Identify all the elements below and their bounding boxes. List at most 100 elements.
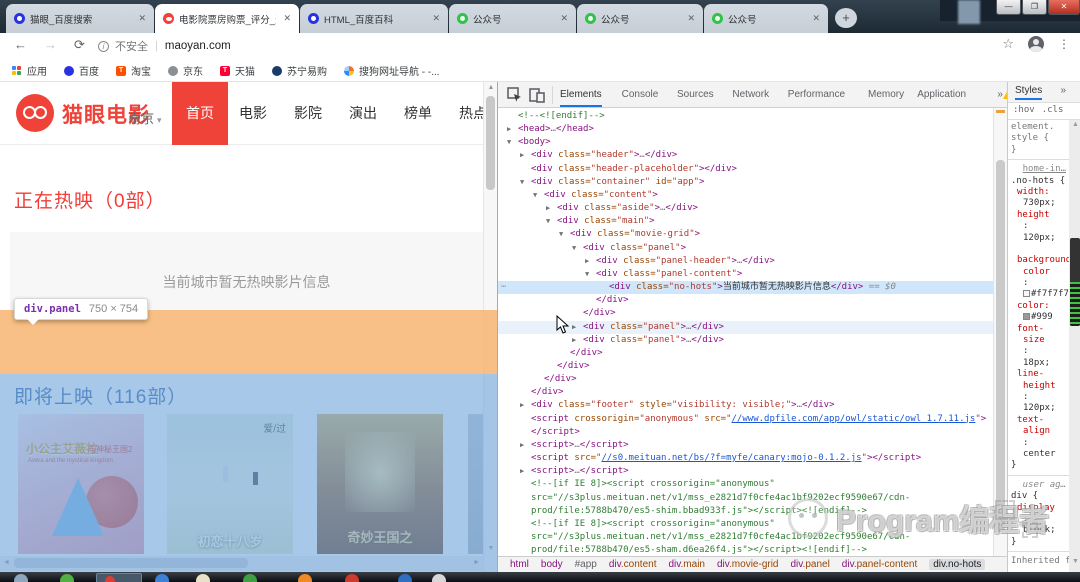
site-nav-演出[interactable]: 演出 <box>348 82 378 145</box>
expand-arrow-icon[interactable]: ▶ <box>585 255 589 268</box>
minimize-button[interactable]: — <box>996 0 1021 15</box>
tab-close-icon[interactable]: ✕ <box>136 12 148 25</box>
style-rule-line[interactable]: } <box>1008 460 1069 471</box>
avatar[interactable] <box>1028 36 1044 52</box>
tab-close-icon[interactable]: ✕ <box>558 12 570 25</box>
collapse-arrow-icon[interactable]: ▼ <box>572 242 576 255</box>
dom-tree-line[interactable]: ▶<div class="header">…</div> <box>498 149 993 162</box>
styles-more-tabs[interactable]: » <box>1060 85 1066 96</box>
style-rule-line[interactable]: 120px; <box>1008 403 1069 414</box>
styles-scroll-thumb[interactable] <box>1070 238 1080 326</box>
style-rule-line[interactable]: } <box>1008 145 1069 156</box>
style-rule-line[interactable]: : <box>1008 221 1069 232</box>
style-rule-line[interactable]: } <box>1008 537 1069 548</box>
collapse-arrow-icon[interactable]: ▼ <box>546 215 550 228</box>
style-rule-line[interactable]: Inherited fr <box>1008 556 1069 567</box>
color-swatch[interactable] <box>1023 313 1030 320</box>
expand-arrow-icon[interactable]: ▶ <box>520 149 524 162</box>
breadcrumb-item[interactable]: div.content <box>609 559 657 570</box>
hov-filter[interactable]: :hov <box>1013 105 1035 115</box>
active-app-maoyan[interactable] <box>96 573 142 582</box>
style-rule-line[interactable]: user ag… <box>1008 480 1069 491</box>
bookmark-taobao[interactable]: T淘宝 <box>116 63 151 78</box>
tab-console[interactable]: Console <box>622 82 659 107</box>
style-rule-line[interactable]: : <box>1008 278 1069 289</box>
site-nav-电影[interactable]: 电影 <box>238 82 268 145</box>
browser-menu-icon[interactable]: ⋮ <box>1058 37 1070 51</box>
tab-close-icon[interactable]: ✕ <box>430 12 442 25</box>
dom-tree-line[interactable]: </div> <box>498 386 993 399</box>
dom-tree-line[interactable]: </div> <box>498 307 993 320</box>
collapse-arrow-icon[interactable]: ▼ <box>507 136 511 149</box>
styles-filter-bar[interactable]: :hov.cls <box>1008 103 1080 120</box>
breadcrumb-item[interactable]: div.panel <box>791 559 830 570</box>
style-rule-line[interactable]: .no-hots { <box>1008 176 1069 187</box>
browser-tab[interactable]: 公众号✕ <box>449 4 576 33</box>
dom-tree-line[interactable]: </div> <box>498 360 993 373</box>
new-tab-button[interactable]: + <box>835 8 857 28</box>
breadcrumb-item[interactable]: div.no-hots <box>929 559 985 570</box>
expand-arrow-icon[interactable]: ▶ <box>572 321 576 334</box>
style-rule-line[interactable]: block; <box>1008 525 1069 536</box>
browser-tab[interactable]: HTML_百度百科✕ <box>300 4 448 33</box>
style-rule-line[interactable]: height <box>1008 381 1069 392</box>
ie-icon[interactable] <box>155 574 169 582</box>
app-red[interactable] <box>345 574 359 582</box>
bookmark-sogou[interactable]: 搜狗网址导航 - -... <box>344 63 440 78</box>
start-orb[interactable] <box>14 574 28 582</box>
maoyan-logo-icon[interactable] <box>16 94 54 132</box>
tab-elements[interactable]: Elements <box>560 82 602 107</box>
color-swatch[interactable] <box>1023 290 1030 297</box>
app-blue[interactable] <box>398 574 412 582</box>
app-green-2[interactable] <box>243 574 257 582</box>
expand-arrow-icon[interactable]: ▶ <box>520 399 524 412</box>
dom-tree-line[interactable]: ▶<div class="aside">…</div> <box>498 202 993 215</box>
style-rule-line[interactable]: display <box>1008 503 1069 514</box>
dom-tree-line[interactable]: prod/file:5788b470/es5-sham.d6ea26f4.js"… <box>498 544 993 556</box>
dom-tree-line[interactable]: ▶<head>…</head> <box>498 123 993 136</box>
style-rule-line[interactable]: height <box>1008 210 1069 221</box>
collapse-arrow-icon[interactable]: ▼ <box>585 268 589 281</box>
dom-tree-line[interactable]: prod/file:5788b470/es5-shim.bbad933f.js"… <box>498 505 993 518</box>
expand-arrow-icon[interactable]: ▶ <box>520 439 524 452</box>
dom-tree-line[interactable]: <!--[if IE 8]><script crossorigin="anony… <box>498 518 993 531</box>
elements-scrollbar[interactable] <box>993 108 1007 556</box>
style-rule-line[interactable]: #f7f7f7 <box>1008 289 1069 300</box>
scroll-up-icon[interactable]: ▲ <box>484 84 497 91</box>
style-rule-line[interactable]: width: <box>1008 187 1069 198</box>
bookmark-tmall[interactable]: T天猫 <box>220 63 255 78</box>
dom-tree-line[interactable]: ▶<div class="panel">…</div> <box>498 321 993 334</box>
app-green[interactable] <box>60 574 74 582</box>
collapse-arrow-icon[interactable]: ▼ <box>520 176 524 189</box>
style-rule-line[interactable]: font- <box>1008 324 1069 335</box>
style-rule-line[interactable]: 120px; <box>1008 233 1069 244</box>
forward-button[interactable]: → <box>44 37 57 52</box>
site-nav-首页[interactable]: 首页 <box>172 82 228 145</box>
bookmark-star-icon[interactable]: ☆ <box>1002 36 1014 52</box>
city-selector[interactable]: 南京▾ <box>128 108 162 127</box>
tab-close-icon[interactable]: ✕ <box>810 12 822 25</box>
dom-tree-line[interactable]: ▼<div class="main"> <box>498 215 993 228</box>
dom-tree-line[interactable]: <!--[if IE 8]><script crossorigin="anony… <box>498 478 993 491</box>
restore-button[interactable]: ❐ <box>1022 0 1047 15</box>
dom-tree-line[interactable]: <script crossorigin="anonymous" src="//w… <box>498 413 993 426</box>
style-rule-line[interactable]: 18px; <box>1008 358 1069 369</box>
info-icon[interactable]: i <box>98 41 109 52</box>
bookmark-jd[interactable]: 京东 <box>168 63 203 78</box>
site-nav-影院[interactable]: 影院 <box>293 82 323 145</box>
dom-tree-line[interactable]: ▶<script>…</script> <box>498 439 993 452</box>
url-text[interactable]: maoyan.com <box>165 40 231 52</box>
dom-tree-line[interactable]: ▼<div class="container" id="app"> <box>498 176 993 189</box>
dom-tree-line[interactable]: ⋯<div class="no-hots">当前城市暂无热映影片信息</div>… <box>498 281 993 294</box>
style-rule-line[interactable]: : <box>1008 514 1069 525</box>
tab-application[interactable]: Application <box>917 82 966 107</box>
expand-arrow-icon[interactable]: ▶ <box>572 334 576 347</box>
inspect-element-icon[interactable] <box>507 87 523 103</box>
style-rule-line[interactable]: color <box>1008 267 1069 278</box>
expand-arrow-icon[interactable]: ▶ <box>507 123 511 136</box>
bookmark-apps[interactable]: 应用 <box>12 63 47 78</box>
dom-tree-line[interactable]: src="//s3plus.meituan.net/v1/mss_e2821d7… <box>498 531 993 544</box>
dom-tree-line[interactable]: <script src="//s0.meituan.net/bs/?f=myfe… <box>498 452 993 465</box>
browser-tab[interactable]: 电影院票房购票_评分_选✕ <box>155 4 299 33</box>
breadcrumb-item[interactable]: div.movie-grid <box>717 559 779 570</box>
